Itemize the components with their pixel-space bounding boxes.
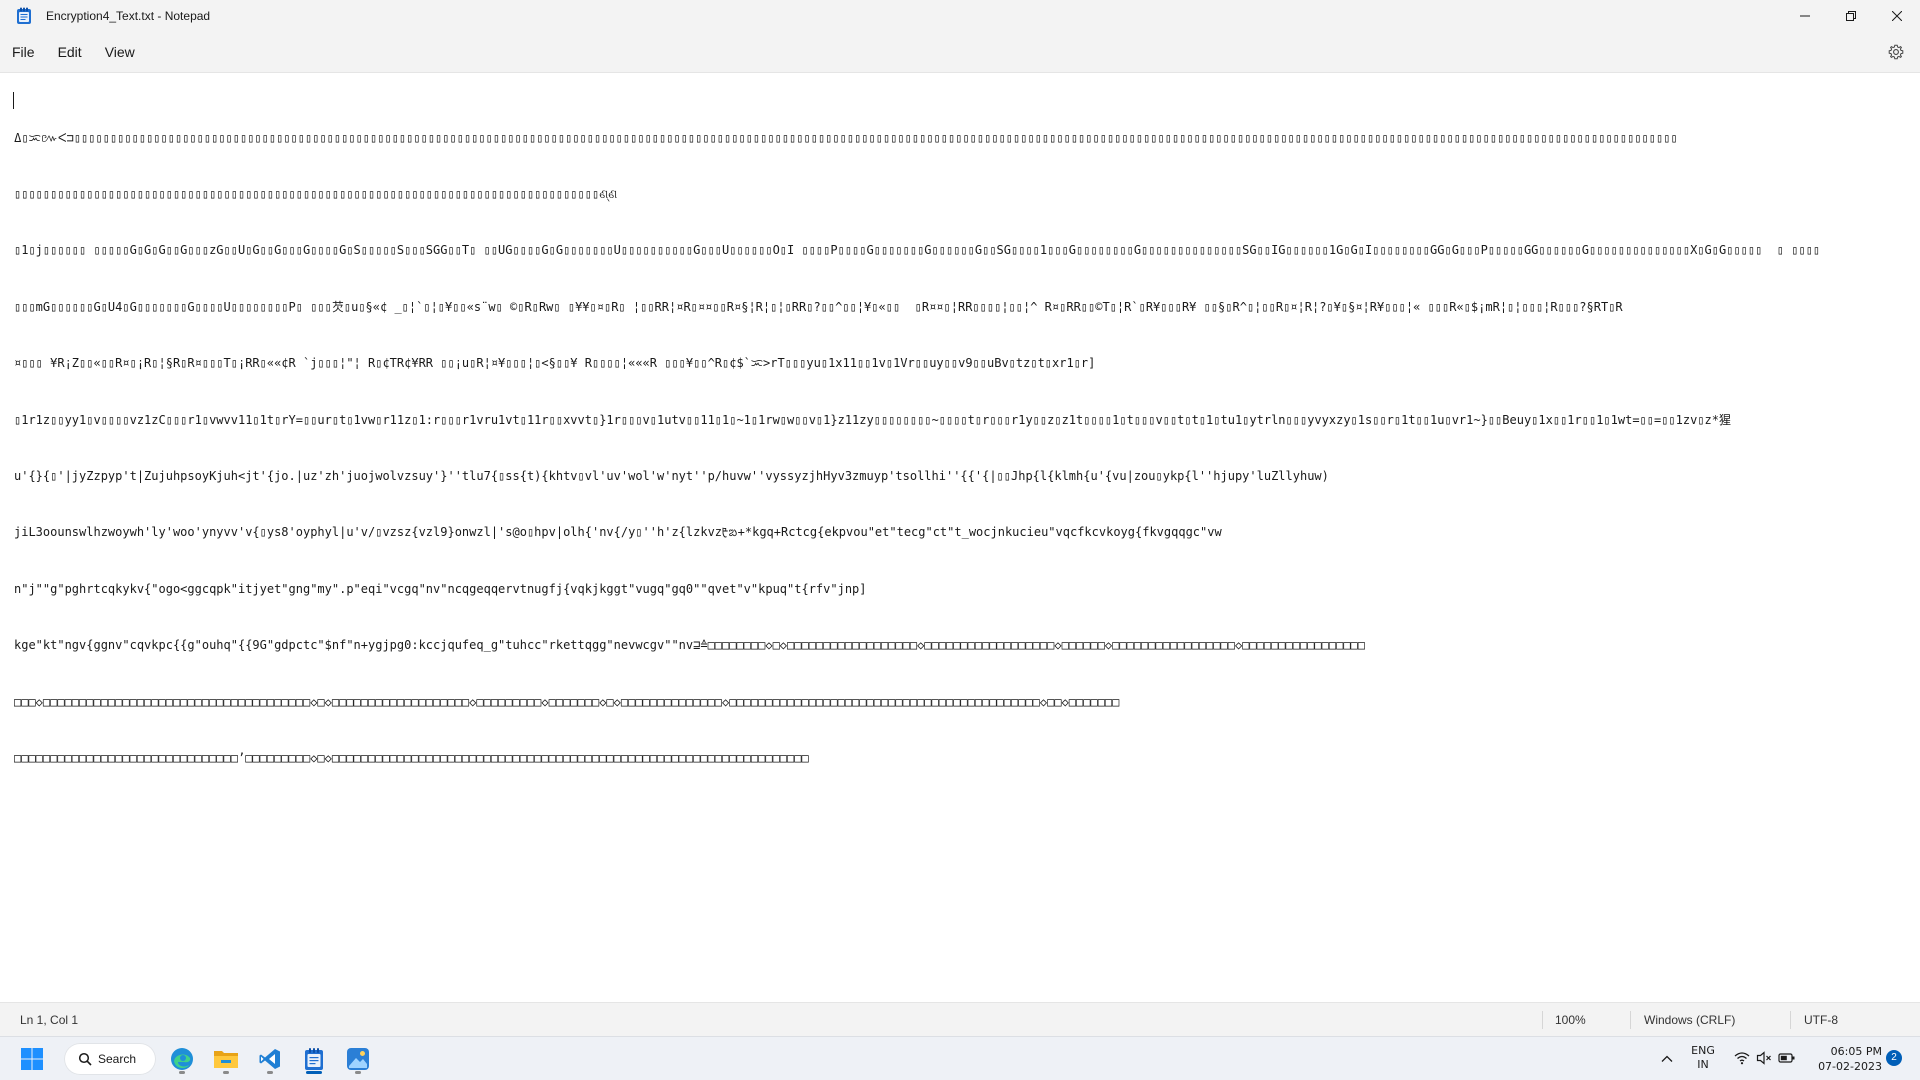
- title-bar[interactable]: Encryption4_Text.txt - Notepad: [0, 0, 1920, 32]
- network-status[interactable]: [1734, 1050, 1750, 1070]
- search-icon: [78, 1052, 92, 1066]
- editor-line: ߡ▯ᜁ៚ᐸ⊐▯▯▯▯▯▯▯▯▯▯▯▯▯▯▯▯▯▯▯▯▯▯▯▯▯▯▯▯▯▯▯▯▯▯…: [14, 130, 1678, 145]
- editor-line: ▯1r1z▯▯yy1▯v▯▯▯▯vz1zC▯▯▯r1▯vwvv11▯1t▯rY=…: [14, 412, 1732, 427]
- battery-status[interactable]: [1778, 1050, 1796, 1070]
- settings-button[interactable]: [1886, 42, 1906, 62]
- status-divider: [1790, 1011, 1791, 1029]
- clock-date: 07-02-2023: [1818, 1060, 1882, 1073]
- editor-line: jiL3oounswlhzwoywh'ly'woo'ynyvv'v{▯ys8'o…: [14, 525, 1222, 540]
- file-explorer-icon: [214, 1051, 238, 1068]
- taskbar-search[interactable]: Search: [64, 1043, 156, 1075]
- editor-line: ▯▯▯mG▯▯▯▯▯▯G▯U4▯G▯▯▯▯▯▯▯G▯▯▯▯U▯▯▯▯▯▯▯▯P▯…: [14, 299, 1623, 314]
- start-button[interactable]: [20, 1047, 44, 1071]
- editor-line: ▯▯▯▯▯▯▯▯▯▯▯▯▯▯▯▯▯▯▯▯▯▯▯▯▯▯▯▯▯▯▯▯▯▯▯▯▯▯▯▯…: [14, 186, 618, 201]
- window-title: Encryption4_Text.txt - Notepad: [46, 9, 211, 23]
- taskbar-app-notepad[interactable]: [296, 1043, 332, 1075]
- menu-view[interactable]: View: [94, 38, 146, 66]
- editor-line: □□□□□□□□□□□□□□□□□□□□□□□□□□□□□□□’□□□□□□□□…: [14, 750, 809, 765]
- zoom-level[interactable]: 100%: [1555, 1013, 1586, 1027]
- taskbar: Search ENG IN 06:05 PM 07-02-2023 2: [0, 1036, 1920, 1080]
- window-controls: [1782, 0, 1920, 32]
- encoding[interactable]: UTF-8: [1804, 1013, 1838, 1027]
- minimize-button[interactable]: [1782, 0, 1828, 32]
- running-indicator: [355, 1071, 361, 1074]
- vscode-icon: [259, 1049, 280, 1069]
- menu-bar: File Edit View: [0, 32, 1920, 72]
- line-ending[interactable]: Windows (CRLF): [1644, 1013, 1735, 1027]
- running-indicator: [179, 1071, 185, 1074]
- search-label: Search: [98, 1052, 137, 1066]
- restore-icon: [1846, 11, 1856, 21]
- gear-icon: [1888, 44, 1904, 60]
- language-code: ENG: [1691, 1044, 1715, 1057]
- close-icon: [1892, 11, 1902, 21]
- editor-line: n"j""g"pghrtcqkykv{"ogo<ggcqpk"itjyet"gn…: [14, 581, 867, 596]
- wifi-icon: [1734, 1052, 1750, 1065]
- status-divider: [1630, 1011, 1631, 1029]
- windows-start-icon: [21, 1048, 43, 1070]
- menu-file[interactable]: File: [1, 38, 46, 66]
- running-indicator: [267, 1071, 273, 1074]
- taskbar-app-photos[interactable]: [340, 1043, 376, 1075]
- edge-icon: [171, 1048, 193, 1070]
- restore-button[interactable]: [1828, 0, 1874, 32]
- editor-line: ¤▯▯▯ ¥R¡Z▯▯«▯▯R¤▯¡R▯¦§R▯R¤▯▯▯T▯¡RR▯««¢R …: [14, 356, 1096, 371]
- taskbar-app-vscode[interactable]: [252, 1043, 288, 1075]
- language-indicator[interactable]: ENG IN: [1688, 1044, 1718, 1072]
- language-region: IN: [1697, 1058, 1709, 1071]
- running-indicator: [223, 1071, 229, 1074]
- status-bar: Ln 1, Col 1 100% Windows (CRLF) UTF-8: [0, 1002, 1920, 1036]
- notification-badge[interactable]: 2: [1886, 1050, 1902, 1066]
- editor-content[interactable]: ߡ▯ᜁ៚ᐸ⊐▯▯▯▯▯▯▯▯▯▯▯▯▯▯▯▯▯▯▯▯▯▯▯▯▯▯▯▯▯▯▯▯▯▯…: [14, 91, 1920, 805]
- clock-time: 06:05 PM: [1830, 1045, 1882, 1058]
- editor-line: ▯1▯j▯▯▯▯▯▯ ▯▯▯▯▯G▯G▯G▯▯G▯▯▯zG▯▯U▯G▯▯G▯▯▯…: [14, 243, 1821, 258]
- show-hidden-icons-button[interactable]: [1660, 1051, 1674, 1070]
- cursor-position: Ln 1, Col 1: [20, 1013, 79, 1027]
- chevron-up-icon: [1661, 1055, 1673, 1062]
- notepad-icon: [305, 1048, 323, 1070]
- menu-edit[interactable]: Edit: [47, 38, 93, 66]
- editor-line: □□□◇□□□□□□□□□□□□□□□□□□□□□□□□□□□□□□□□□□□□…: [14, 694, 1120, 709]
- notepad-icon: [14, 6, 34, 26]
- status-divider: [1542, 1011, 1543, 1029]
- volume-status[interactable]: [1756, 1050, 1772, 1070]
- editor-line: u'{}{▯'|jyZzpyp't|ZujuhpsoyKjuh<jt'{jo.|…: [14, 468, 1329, 483]
- text-editor[interactable]: ߡ▯ᜁ៚ᐸ⊐▯▯▯▯▯▯▯▯▯▯▯▯▯▯▯▯▯▯▯▯▯▯▯▯▯▯▯▯▯▯▯▯▯▯…: [0, 72, 1920, 1002]
- photos-icon: [347, 1048, 369, 1070]
- taskbar-app-edge[interactable]: [164, 1043, 200, 1075]
- editor-line: kge"kt"ngv{ggnv"cqvkpc{{g"ouhq"{{9G"gdpc…: [14, 638, 1366, 653]
- minimize-icon: [1800, 15, 1810, 17]
- active-indicator: [306, 1071, 322, 1074]
- battery-icon: [1778, 1053, 1795, 1063]
- taskbar-app-file-explorer[interactable]: [208, 1043, 244, 1075]
- clock[interactable]: 06:05 PM 07-02-2023: [1806, 1044, 1882, 1074]
- close-button[interactable]: [1874, 0, 1920, 32]
- speaker-muted-icon: [1756, 1051, 1771, 1065]
